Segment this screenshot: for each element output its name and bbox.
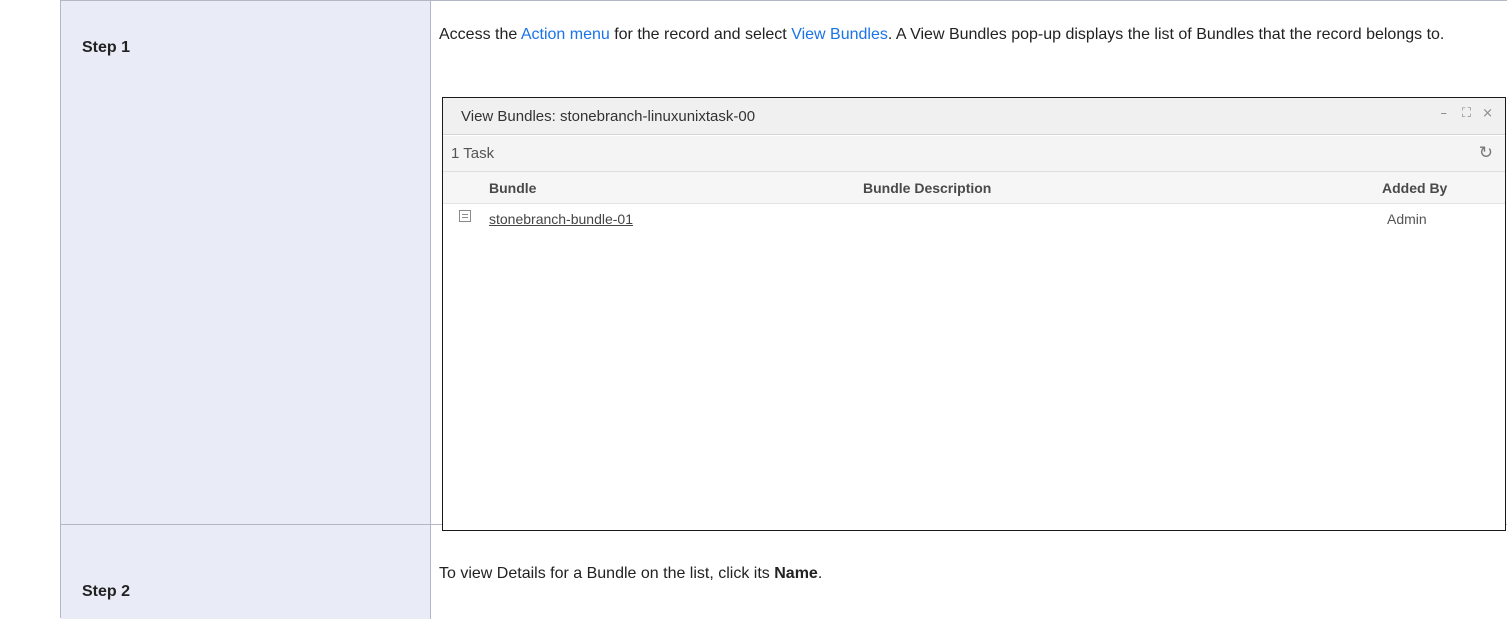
steps-table: Step 1 Access the Action menu for the re…: [60, 0, 1507, 619]
step-text: To view Details for a Bundle on the list…: [439, 565, 775, 582]
popup-title: View Bundles: stonebranch-linuxunixtask-…: [461, 108, 756, 125]
popup-titlebar: View Bundles: stonebranch-linuxunixtask-…: [443, 98, 1505, 135]
table-header: Bundle Bundle Description Added By: [443, 172, 1505, 204]
added-by-cell: Admin: [1387, 211, 1427, 227]
popup-toolbar: 1 Task ↻: [443, 136, 1505, 172]
refresh-icon[interactable]: ↻: [1479, 143, 1493, 163]
minimize-icon[interactable]: –: [1441, 106, 1448, 121]
step-row-2: Step 2 To view Details for a Bundle on t…: [61, 525, 1507, 619]
name-emphasis: Name: [774, 565, 818, 582]
table-row: stonebranch-bundle-01 Admin: [443, 204, 1505, 232]
column-header-description[interactable]: Bundle Description: [863, 180, 991, 196]
bundle-name-link[interactable]: stonebranch-bundle-01: [489, 211, 633, 227]
column-header-bundle[interactable]: Bundle: [489, 180, 536, 196]
step-label: Step 2: [82, 583, 131, 600]
step-text: for the record and select: [609, 26, 792, 43]
step-description: Access the Action menu for the record an…: [439, 25, 1479, 44]
step-body-cell: Access the Action menu for the record an…: [432, 1, 1507, 531]
step-label: Step 1: [82, 39, 131, 56]
step-row-1: Step 1 Access the Action menu for the re…: [61, 1, 1507, 531]
view-bundles-link[interactable]: View Bundles: [791, 26, 888, 43]
step-text: Access the: [439, 26, 521, 43]
step-label-cell: Step 1: [61, 1, 431, 524]
step-label-cell: Step 2: [61, 525, 431, 619]
step-description: To view Details for a Bundle on the list…: [439, 564, 1479, 583]
maximize-icon[interactable]: ⛶: [1462, 106, 1471, 121]
close-icon[interactable]: ×: [1482, 106, 1493, 121]
view-bundles-popup: View Bundles: stonebranch-linuxunixtask-…: [442, 97, 1506, 531]
step-body-cell: To view Details for a Bundle on the list…: [432, 525, 1507, 619]
record-details-icon[interactable]: [459, 210, 471, 222]
column-header-added-by[interactable]: Added By: [1382, 180, 1447, 196]
step-text: .: [817, 565, 823, 582]
action-menu-link[interactable]: Action menu: [521, 26, 610, 43]
record-count: 1 Task: [451, 145, 495, 162]
step-text: . A View Bundles pop-up displays the lis…: [887, 26, 1445, 43]
